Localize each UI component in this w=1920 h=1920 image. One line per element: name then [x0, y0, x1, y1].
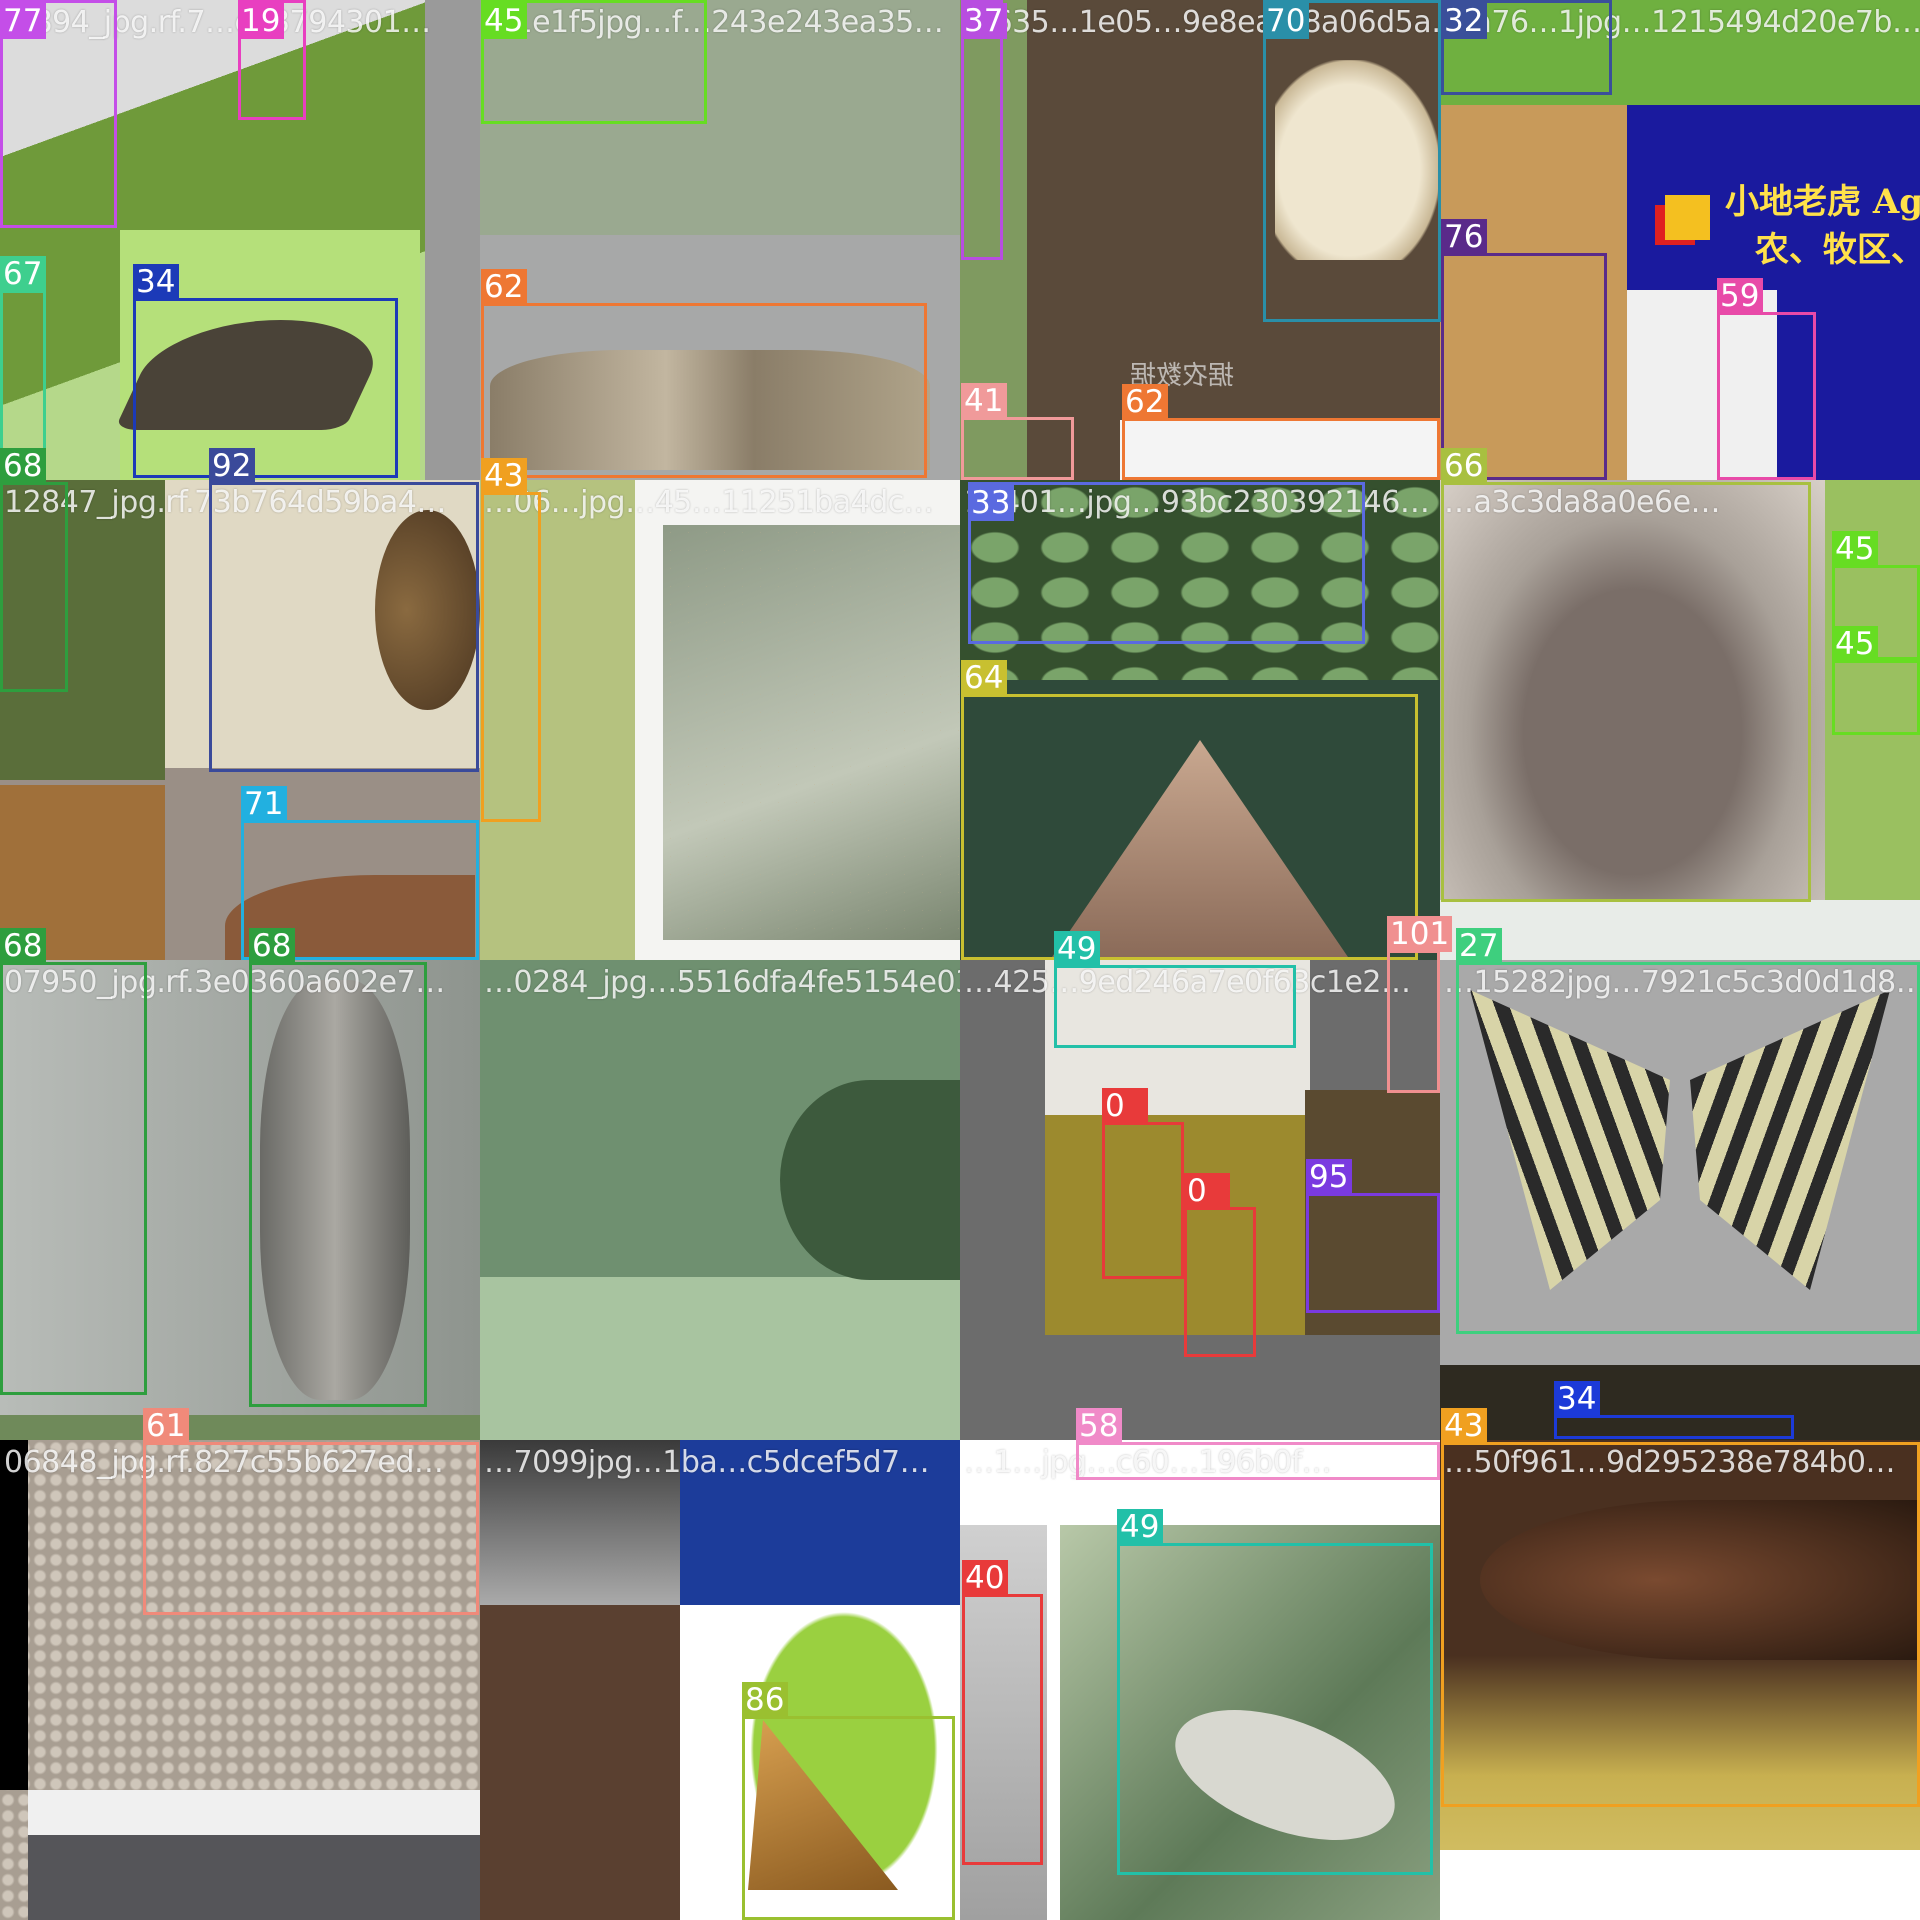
mosaic-tile: …06…jpg…45…11251ba4dc… [480, 480, 960, 960]
class-label: 76 [1441, 219, 1487, 255]
class-label: 92 [209, 448, 255, 484]
white-strip [28, 1790, 480, 1835]
bounding-box: 49 [1117, 1509, 1433, 1875]
class-label: 68 [0, 448, 46, 484]
class-label: 45 [481, 3, 527, 39]
bounding-box: 58 [1076, 1408, 1440, 1480]
bounding-box: 66 [1441, 448, 1811, 902]
bounding-box: 34 [133, 264, 398, 478]
class-label: 41 [961, 383, 1007, 419]
class-label: 95 [1306, 1159, 1352, 1195]
leaf-shadow [780, 1080, 960, 1280]
class-label: 101 [1387, 916, 1453, 952]
tile-filename: …0284_jpg…5516dfa4fe5154e03256… [484, 965, 960, 1000]
bounding-box: 37 [961, 0, 1007, 260]
class-label: 61 [143, 1408, 189, 1444]
bounding-box: 34 [1554, 1381, 1794, 1439]
class-label: 27 [1456, 928, 1502, 964]
class-label: 45 [1832, 531, 1878, 567]
bounding-box: 64 [961, 660, 1418, 960]
class-label: 59 [1717, 278, 1763, 314]
yellow-square [1665, 195, 1710, 240]
class-label: 45 [1832, 626, 1878, 662]
class-label: 68 [0, 928, 46, 964]
class-label: 77 [0, 3, 46, 39]
bounding-box: 41 [961, 383, 1074, 480]
class-label: 0 [1102, 1088, 1148, 1124]
tile-filename: …06…jpg…45…11251ba4dc… [484, 485, 934, 520]
bounding-box: 59 [1717, 278, 1816, 480]
dark-strip [28, 1835, 480, 1920]
class-label: 43 [481, 458, 527, 494]
bounding-box: 32 [1441, 0, 1612, 95]
bounding-box: 45 [1832, 626, 1920, 735]
white-strip [1440, 900, 1920, 960]
bounding-box: 95 [1306, 1159, 1440, 1313]
class-label: 49 [1054, 931, 1100, 967]
class-label: 34 [133, 264, 179, 300]
leaf-photo [663, 525, 960, 940]
banner-subtitle: 农、牧区、苗 [1755, 230, 1920, 270]
class-label: 49 [1117, 1509, 1163, 1545]
bounding-box: 33 [968, 482, 1365, 644]
bounding-box: 27 [1456, 928, 1920, 1334]
mosaic-tile: …0284_jpg…5516dfa4fe5154e03256… [480, 960, 960, 1440]
class-label: 71 [241, 786, 287, 822]
black-edge [0, 1440, 28, 1790]
class-label: 68 [249, 928, 295, 964]
class-label: 64 [961, 660, 1007, 696]
grass-strip [0, 1415, 480, 1440]
class-label: 67 [0, 256, 46, 292]
bounding-box: 45 [481, 0, 707, 124]
bounding-box: 70 [1263, 0, 1441, 322]
white-strip [1440, 1850, 1920, 1920]
bounding-box: 68 [0, 448, 68, 692]
bounding-box: 19 [238, 0, 306, 120]
class-label: 86 [742, 1682, 788, 1718]
class-label: 33 [968, 485, 1014, 521]
mosaic-grid: …894_jpg.rf.7…ed3794301… …1e1f5jpg…f…243… [0, 0, 1920, 1920]
gray-padding [425, 0, 480, 480]
class-label: 40 [962, 1560, 1008, 1596]
class-label: 62 [1122, 384, 1168, 420]
class-label: 37 [961, 3, 1007, 39]
bounding-box: 43 [1441, 1408, 1920, 1807]
bounding-box: 61 [143, 1408, 479, 1615]
bounding-box: 43 [481, 458, 541, 822]
bounding-box: 76 [1441, 219, 1607, 480]
bounding-box: 49 [1054, 931, 1296, 1048]
class-label: 70 [1263, 3, 1309, 39]
tile-filename: …7099jpg…1ba…c5dcef5d7… [484, 1445, 930, 1480]
class-label: 62 [481, 269, 527, 305]
class-label: 58 [1076, 1408, 1122, 1444]
bounding-box: 92 [209, 448, 479, 772]
class-label: 0 [1184, 1173, 1230, 1209]
bounding-box: 0 [1102, 1088, 1184, 1279]
bounding-box: 77 [0, 0, 117, 228]
bounding-box: 68 [0, 928, 147, 1395]
class-label: 32 [1441, 3, 1487, 39]
bounding-box: 0 [1184, 1173, 1256, 1357]
bounding-box: 62 [481, 269, 927, 478]
bounding-box: 86 [742, 1682, 955, 1920]
class-label: 66 [1441, 448, 1487, 484]
bounding-box: 40 [962, 1560, 1043, 1865]
class-label: 34 [1554, 1381, 1600, 1417]
class-label: 43 [1441, 1408, 1487, 1444]
banner-title: 小地老虎 Agroti [1725, 182, 1920, 222]
class-label: 19 [238, 3, 284, 39]
bounding-box: 62 [1122, 384, 1440, 480]
bounding-box: 101 [1387, 916, 1453, 1093]
bounding-box: 68 [249, 928, 427, 1407]
